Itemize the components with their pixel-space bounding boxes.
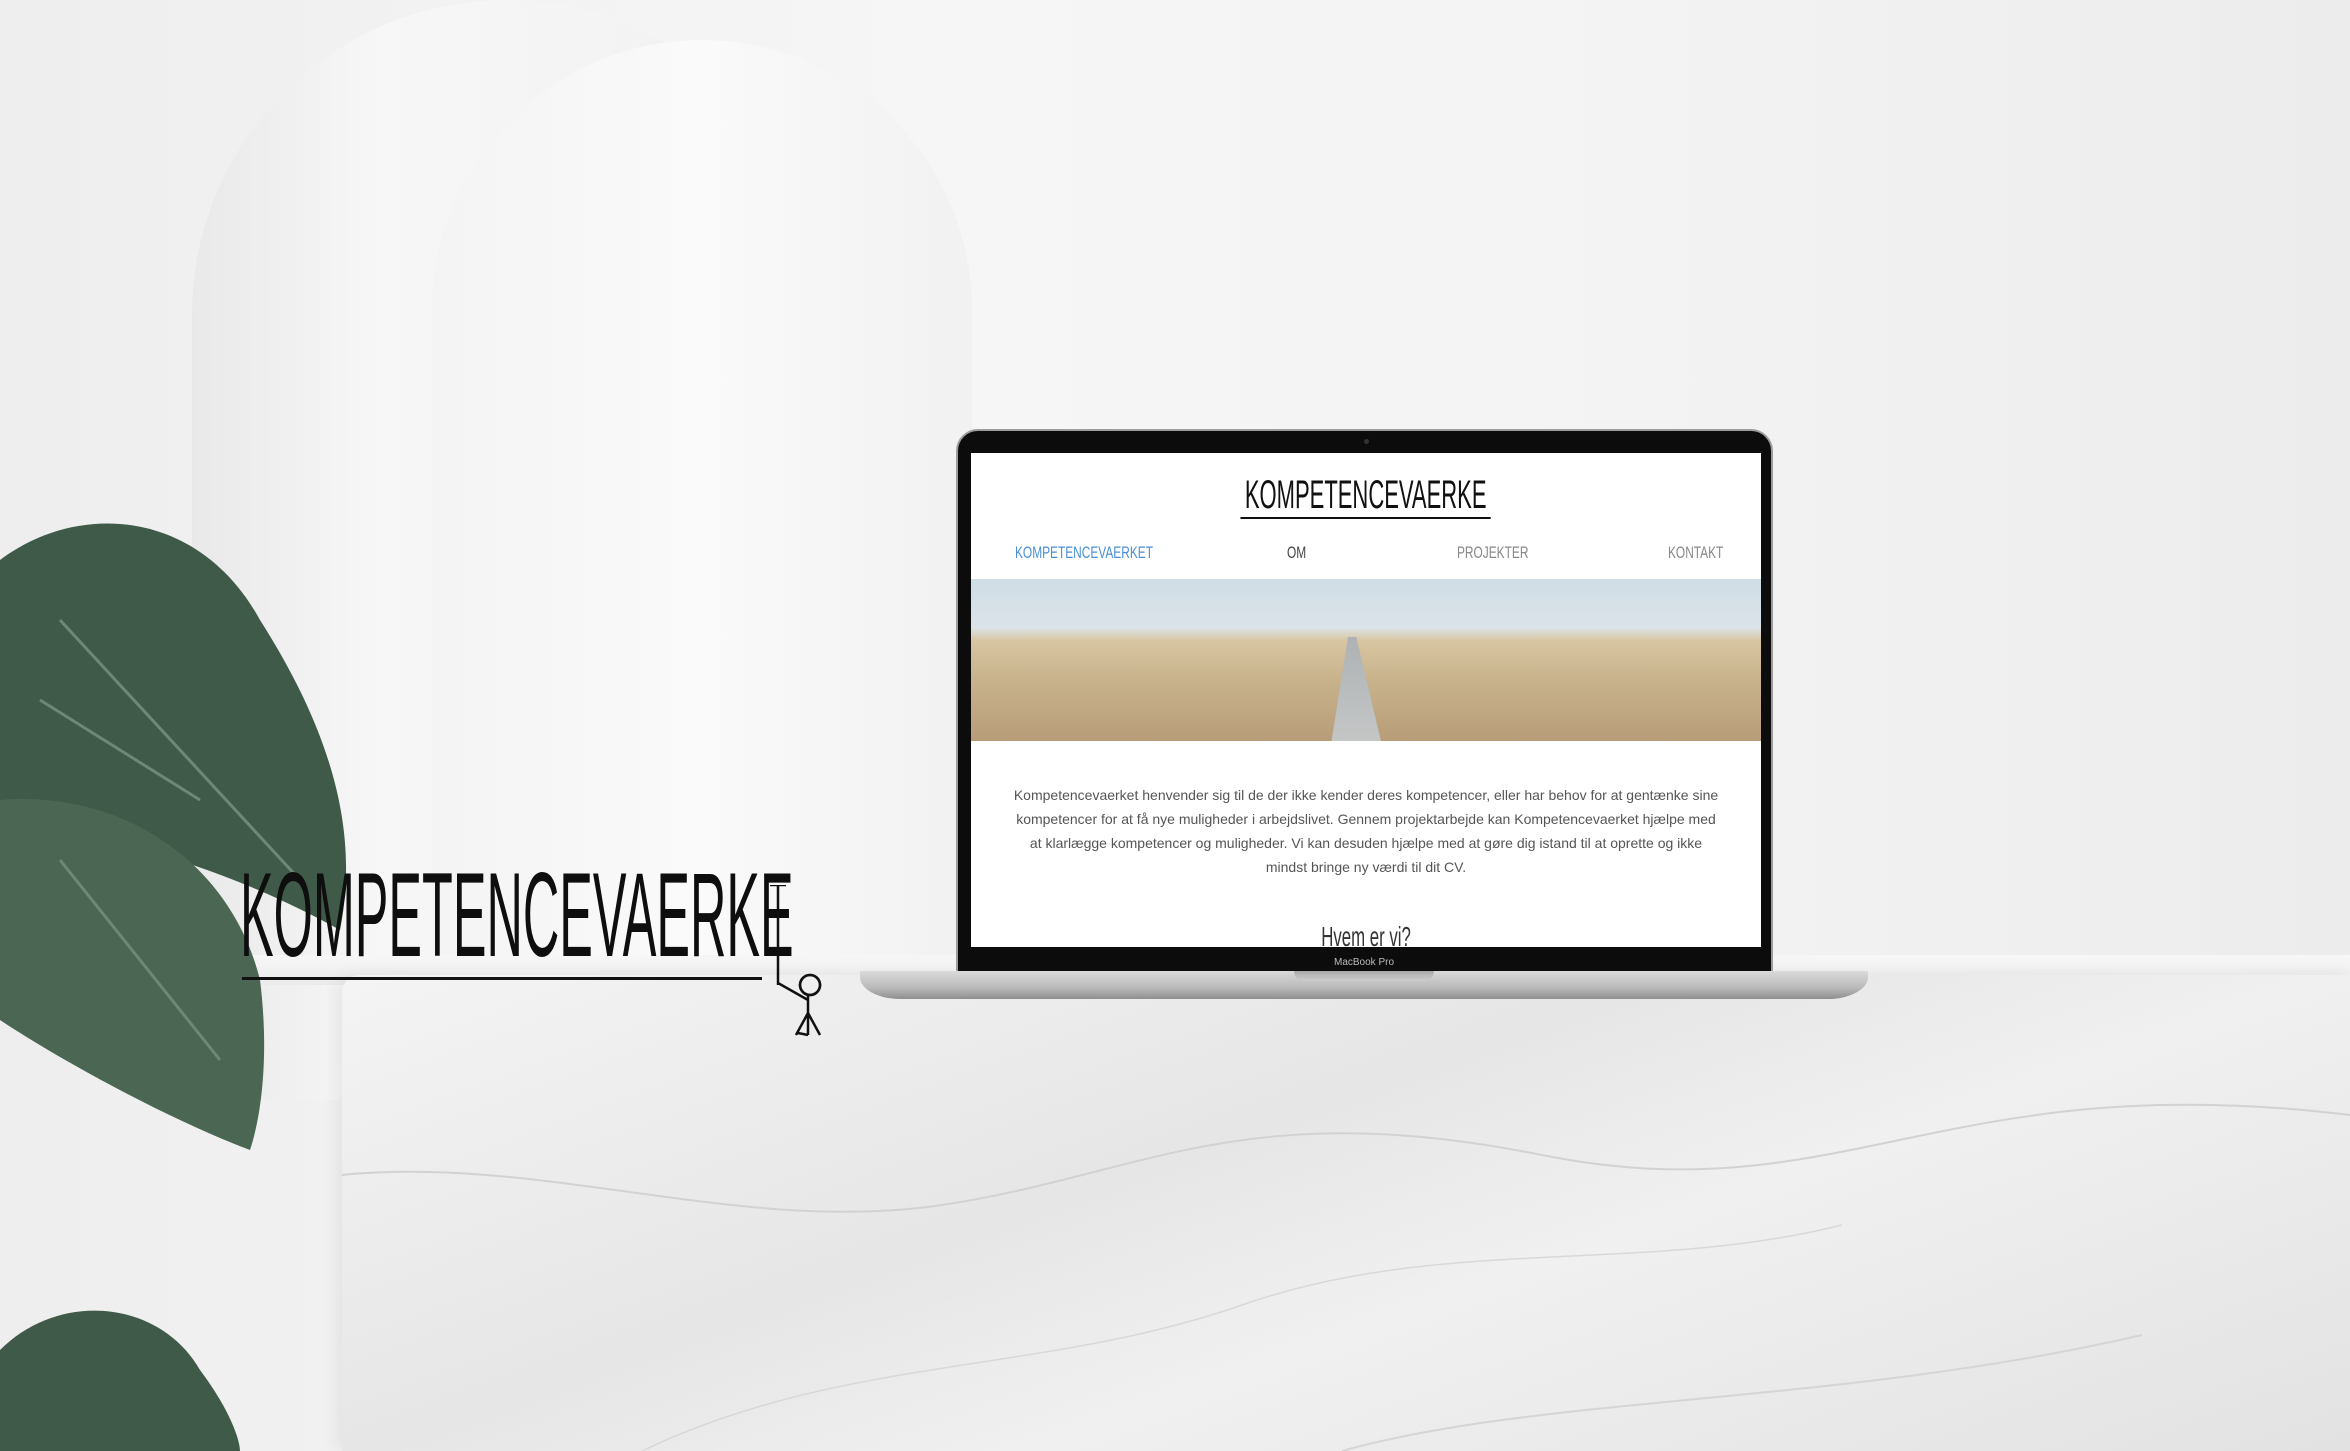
laptop-screen: KOMPETENCEVAERKE KOMPETENCEVAERKET OM PR… [971, 453, 1761, 947]
laptop-model-label: MacBook Pro [1333, 957, 1395, 968]
camera [1364, 439, 1369, 444]
hero-image [971, 579, 1761, 741]
site-logo[interactable]: KOMPETENCEVAERKE [971, 473, 1761, 519]
logo-underline [242, 977, 762, 980]
monstera-leaf-icon [0, 1310, 240, 1451]
intro-paragraph: Kompetencevaerket henvender sig til de d… [1013, 787, 1719, 875]
stick-figure-icon [770, 885, 822, 1037]
marble-block [342, 975, 2350, 1451]
monstera-leaf-icon [0, 523, 347, 1150]
nav-kontakt[interactable]: KONTAKT [1668, 543, 1723, 563]
nav-om[interactable]: OM [1287, 543, 1306, 563]
nav-kompetencevaerket[interactable]: KOMPETENCEVAERKET [1015, 543, 1153, 563]
brand-logo: KOMPETENCEVAERKE [240, 848, 794, 982]
lid-notch [1294, 971, 1434, 981]
nav-projekter[interactable]: PROJEKTER [1457, 543, 1528, 563]
laptop-base: MacBook Pro [860, 957, 1868, 999]
section-heading: Hvem er vi? [1321, 921, 1411, 947]
